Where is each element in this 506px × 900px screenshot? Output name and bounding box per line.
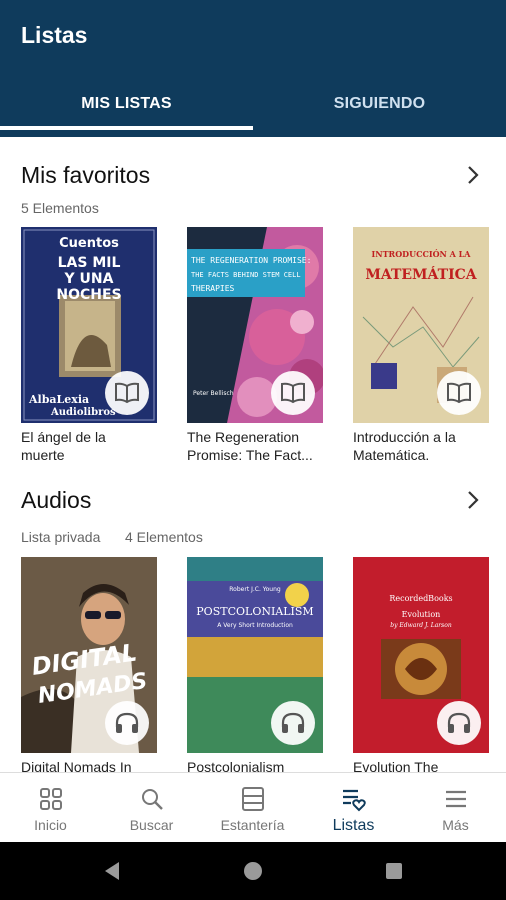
section-title-audios[interactable]: Audios xyxy=(21,487,91,514)
menu-icon xyxy=(445,790,466,808)
bottom-navigation: Inicio Buscar Estantería Listas Más xyxy=(0,772,506,843)
app-bar: Listas MIS LISTAS SIGUIENDO xyxy=(0,0,506,137)
svg-text:Y UNA: Y UNA xyxy=(64,271,114,287)
nav-label: Buscar xyxy=(129,817,174,833)
svg-text:by Edward J. Larson: by Edward J. Larson xyxy=(390,622,452,629)
svg-text:MATEMÁTICA: MATEMÁTICA xyxy=(365,265,477,283)
headphones-icon xyxy=(281,712,305,733)
audiobook-badge xyxy=(437,701,481,745)
book-title[interactable]: Introducción a la Matemática. xyxy=(353,428,489,464)
svg-text:Cuentos: Cuentos xyxy=(59,236,119,251)
back-icon[interactable] xyxy=(101,860,123,882)
page-title: Listas xyxy=(21,22,88,48)
audiobook-cover-digital-nomads[interactable]: DIGITAL NOMADS xyxy=(21,557,157,753)
book-open-icon xyxy=(115,382,139,404)
nav-estanteria[interactable]: Estantería xyxy=(202,773,303,843)
section-title-favoritos[interactable]: Mis favoritos xyxy=(21,162,150,189)
svg-text:INTRODUCCIÓN A LA: INTRODUCCIÓN A LA xyxy=(372,249,472,259)
svg-text:THE REGENERATION PROMISE:: THE REGENERATION PROMISE: xyxy=(191,256,311,265)
section-count: 4 Elementos xyxy=(125,529,203,545)
shelf-icon xyxy=(241,787,264,811)
svg-text:AlbaLexia: AlbaLexia xyxy=(28,393,89,406)
ebook-badge xyxy=(437,371,481,415)
book-open-icon xyxy=(281,382,305,404)
book-title[interactable]: The Regeneration Promise: The Fact... xyxy=(187,428,323,464)
nav-listas[interactable]: Listas xyxy=(303,773,404,843)
audiobook-cover-postcolonialism[interactable]: Robert J.C. Young POSTCOLONIALISM A Very… xyxy=(187,557,323,753)
book-cover-regeneration-promise[interactable]: THE REGENERATION PROMISE: THE FACTS BEHI… xyxy=(187,227,323,423)
section-privacy: Lista privada xyxy=(21,529,101,545)
svg-text:THERAPIES: THERAPIES xyxy=(191,284,235,293)
nav-label: Inicio xyxy=(34,817,67,833)
svg-text:LAS MIL: LAS MIL xyxy=(58,255,121,271)
nav-label: Estantería xyxy=(220,817,285,833)
svg-text:Peter Bellisch: Peter Bellisch xyxy=(193,390,234,397)
nav-buscar[interactable]: Buscar xyxy=(101,773,202,843)
svg-text:POSTCOLONIALISM: POSTCOLONIALISM xyxy=(196,605,313,618)
svg-text:Audiolibros: Audiolibros xyxy=(50,407,116,418)
svg-text:A Very Short Introduction: A Very Short Introduction xyxy=(217,622,293,629)
audiobook-cover-evolution[interactable]: RecordedBooks Evolution by Edward J. Lar… xyxy=(353,557,489,753)
svg-text:Robert J.C. Young: Robert J.C. Young xyxy=(229,586,281,593)
tab-siguiendo[interactable]: SIGUIENDO xyxy=(253,70,506,137)
active-tab-indicator xyxy=(0,126,253,130)
svg-text:THE FACTS BEHIND STEM CELL: THE FACTS BEHIND STEM CELL xyxy=(191,271,301,279)
system-navigation-bar xyxy=(0,842,506,900)
svg-text:Evolution: Evolution xyxy=(402,610,441,619)
book-cover-angel-muerte[interactable]: Cuentos LAS MIL Y UNA NOCHES AlbaLexia A… xyxy=(21,227,157,423)
audiobook-badge xyxy=(271,701,315,745)
list-heart-icon xyxy=(342,789,366,812)
home-icon[interactable] xyxy=(242,860,264,882)
nav-label: Más xyxy=(442,817,469,833)
svg-text:NOCHES: NOCHES xyxy=(56,287,121,303)
chevron-right-icon[interactable] xyxy=(462,164,484,186)
ebook-badge xyxy=(105,371,149,415)
grid-icon xyxy=(39,788,62,810)
section-count: 5 Elementos xyxy=(21,200,99,216)
audiobook-badge xyxy=(105,701,149,745)
book-open-icon xyxy=(447,382,471,404)
nav-label: Listas xyxy=(332,817,375,834)
svg-text:RecordedBooks: RecordedBooks xyxy=(389,594,452,603)
book-title[interactable]: El ángel de la muerte xyxy=(21,428,157,464)
nav-mas[interactable]: Más xyxy=(405,773,506,843)
search-icon xyxy=(141,789,163,810)
ebook-badge xyxy=(271,371,315,415)
headphones-icon xyxy=(115,712,139,733)
book-cover-introduccion-matematica[interactable]: INTRODUCCIÓN A LA MATEMÁTICA xyxy=(353,227,489,423)
nav-inicio[interactable]: Inicio xyxy=(0,773,101,843)
headphones-icon xyxy=(447,712,471,733)
chevron-right-icon[interactable] xyxy=(462,489,484,511)
recents-icon[interactable] xyxy=(383,860,405,882)
